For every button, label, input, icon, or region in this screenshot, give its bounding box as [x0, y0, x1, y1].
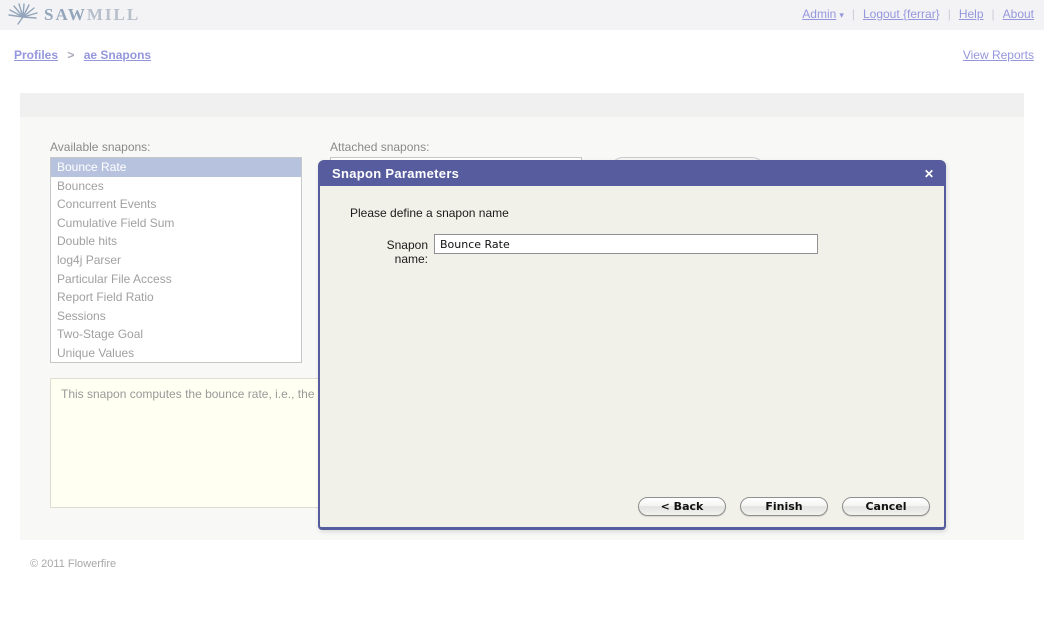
attached-snapons-label: Attached snapons:	[330, 140, 429, 154]
top-nav: Admin▾ | Logout {ferrar} | Help | About	[802, 7, 1034, 21]
dialog-prompt: Please define a snapon name	[350, 206, 509, 220]
list-item[interactable]: Bounce Rate	[51, 158, 301, 177]
breadcrumb-row: Profiles > ae Snapons View Reports	[0, 46, 1044, 66]
dialog-button-row: < Back Finish Cancel	[638, 497, 930, 516]
list-item[interactable]: Particular File Access	[51, 270, 301, 289]
help-link[interactable]: Help	[959, 7, 984, 21]
snapon-name-input[interactable]	[434, 234, 818, 254]
copyright-text: © 2011 Flowerfire	[30, 558, 116, 570]
panel-header-strip	[20, 93, 1024, 117]
logo-mill: MILL	[87, 5, 140, 24]
back-button[interactable]: < Back	[638, 497, 726, 516]
finish-button[interactable]: Finish	[740, 497, 828, 516]
nav-separator: |	[992, 7, 995, 21]
about-link[interactable]: About	[1003, 7, 1034, 21]
breadcrumb-separator: >	[67, 48, 74, 62]
close-icon[interactable]: ✕	[924, 166, 934, 182]
available-snapons-label: Available snapons:	[50, 140, 151, 154]
list-item[interactable]: Double hits	[51, 232, 301, 251]
logo-text: SAWMILL	[44, 5, 140, 25]
logout-link[interactable]: Logout {ferrar}	[863, 7, 940, 21]
list-item[interactable]: Sessions	[51, 307, 301, 326]
sawmill-logo: SAWMILL	[8, 2, 140, 28]
nav-separator: |	[852, 7, 855, 21]
snapon-name-label: Snapon name:	[350, 238, 428, 266]
breadcrumb-profiles-link[interactable]: Profiles	[14, 48, 58, 62]
view-reports: View Reports	[963, 48, 1034, 62]
page: SAWMILL Admin▾ | Logout {ferrar} | Help …	[0, 0, 1044, 620]
dialog-title: Snapon Parameters	[332, 166, 459, 181]
list-item[interactable]: log4j Parser	[51, 251, 301, 270]
logo-saw: SAW	[44, 5, 87, 24]
breadcrumb-current-link[interactable]: ae Snapons	[84, 48, 151, 62]
available-snapons-list[interactable]: Bounce RateBouncesConcurrent EventsCumul…	[50, 157, 302, 363]
palm-frond-icon	[8, 3, 38, 27]
list-item[interactable]: Concurrent Events	[51, 195, 301, 214]
list-item[interactable]: Report Field Ratio	[51, 288, 301, 307]
view-reports-link[interactable]: View Reports	[963, 48, 1034, 62]
chevron-down-icon: ▾	[839, 10, 844, 21]
dialog-header: Snapon Parameters ✕	[320, 162, 944, 186]
list-item[interactable]: Two-Stage Goal	[51, 325, 301, 344]
admin-menu[interactable]: Admin▾	[802, 7, 844, 21]
breadcrumb: Profiles > ae Snapons	[14, 48, 151, 62]
list-item[interactable]: Unique Values	[51, 344, 301, 363]
snapon-parameters-dialog: Snapon Parameters ✕ Please define a snap…	[318, 160, 946, 530]
list-item[interactable]: Bounces	[51, 177, 301, 196]
nav-separator: |	[948, 7, 951, 21]
cancel-button[interactable]: Cancel	[842, 497, 930, 516]
list-item[interactable]: Cumulative Field Sum	[51, 214, 301, 233]
top-bar: SAWMILL Admin▾ | Logout {ferrar} | Help …	[0, 0, 1044, 30]
